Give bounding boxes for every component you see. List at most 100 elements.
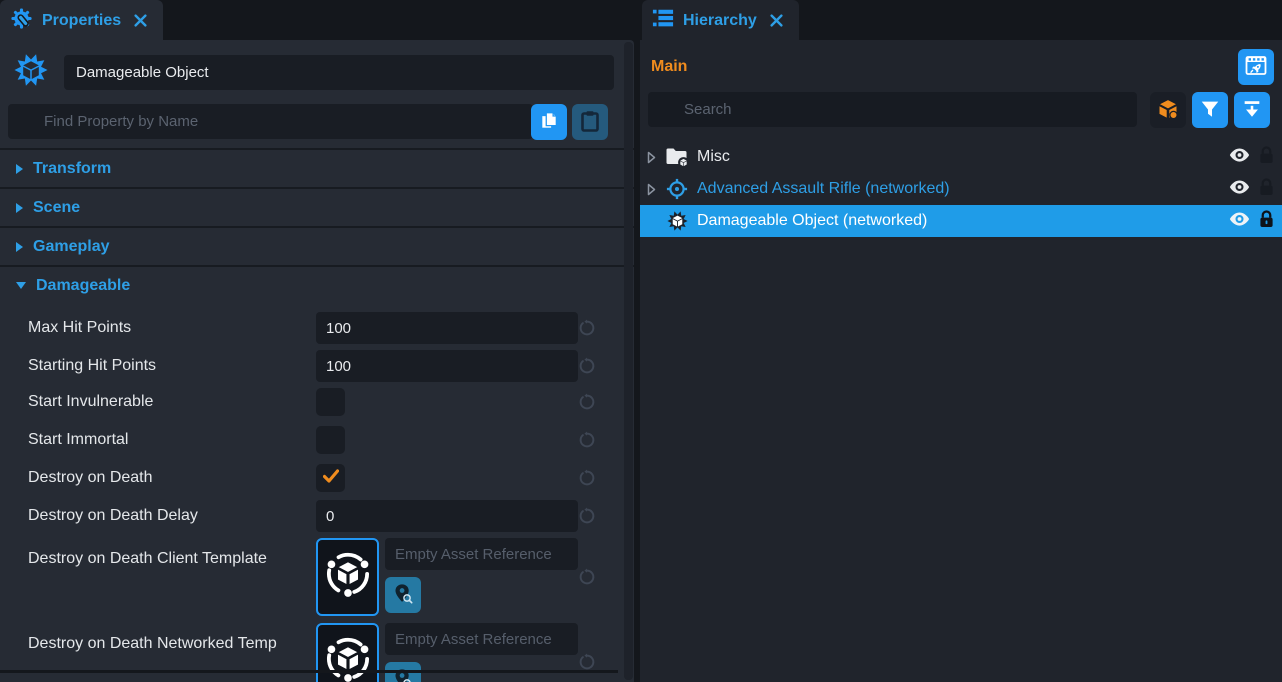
asset-template-slot[interactable] [316, 623, 379, 682]
reset-icon[interactable] [578, 469, 596, 487]
asset-reference-input[interactable] [385, 538, 578, 570]
field-max-hit-points: Max Hit Points [28, 312, 618, 344]
divider [0, 670, 618, 673]
asset-reference-column [385, 538, 578, 613]
expand-chevron-icon[interactable] [647, 151, 659, 164]
row-tools [1229, 146, 1274, 169]
reset-icon[interactable] [578, 507, 596, 525]
divider [0, 265, 634, 267]
properties-panel: Transform Scene Gameplay Damageable Max … [0, 40, 634, 682]
field-starting-hit-points: Starting Hit Points [28, 350, 618, 382]
lock-icon[interactable] [1259, 146, 1274, 169]
clapperboard-rocket-icon [1244, 54, 1268, 81]
start-invulnerable-checkbox[interactable] [316, 388, 345, 416]
networked-template-icon [321, 548, 375, 607]
pin-search-icon [392, 583, 414, 608]
clipboard-icon [580, 110, 600, 135]
close-icon[interactable] [770, 14, 783, 27]
tab-hierarchy[interactable]: Hierarchy [642, 0, 799, 41]
copy-icon [538, 110, 560, 135]
row-tools [1229, 178, 1274, 201]
tree-row-damageable-object[interactable]: Damageable Object (networked) [640, 205, 1282, 237]
reset-icon[interactable] [578, 653, 596, 671]
asset-reference-input[interactable] [385, 623, 578, 655]
reset-icon[interactable] [578, 568, 596, 586]
template-view-button[interactable] [1150, 92, 1186, 128]
divider [0, 148, 634, 150]
folder-icon [665, 146, 689, 168]
tab-hierarchy-label: Hierarchy [683, 12, 757, 30]
section-damageable-label: Damageable [36, 277, 130, 295]
tree-row-misc[interactable]: Misc [640, 141, 1282, 173]
paste-properties-button[interactable] [572, 104, 608, 140]
find-asset-button[interactable] [385, 577, 421, 613]
damageable-fields: Max Hit Points Starting Hit Points Start… [0, 302, 634, 682]
chevron-right-icon [16, 164, 23, 174]
section-gameplay[interactable]: Gameplay [0, 230, 634, 263]
tree-row-label: Advanced Assault Rifle (networked) [697, 180, 950, 198]
field-destroy-on-death-client-template: Destroy on Death Client Template [28, 538, 618, 616]
scrollbar[interactable] [624, 42, 633, 680]
tree-row-label: Misc [697, 148, 730, 166]
hierarchy-header: Main [640, 40, 1282, 90]
visibility-eye-icon[interactable] [1229, 179, 1250, 200]
reset-icon[interactable] [578, 393, 596, 411]
section-scene[interactable]: Scene [0, 191, 634, 224]
section-transform-label: Transform [33, 160, 111, 178]
collapse-all-button[interactable] [1234, 92, 1270, 128]
reset-icon[interactable] [578, 431, 596, 449]
max-hit-points-input[interactable] [316, 312, 578, 344]
expand-chevron-icon[interactable] [647, 183, 659, 196]
tree-row-advanced-assault-rifle[interactable]: Advanced Assault Rifle (networked) [640, 173, 1282, 205]
lock-icon[interactable] [1259, 178, 1274, 201]
section-transform[interactable]: Transform [0, 152, 634, 185]
tab-properties-label: Properties [42, 12, 121, 30]
visibility-eye-icon[interactable] [1229, 211, 1250, 232]
field-destroy-on-death: Destroy on Death [28, 464, 618, 492]
launch-scene-button[interactable] [1238, 49, 1274, 85]
chevron-right-icon [16, 203, 23, 213]
networked-template-icon [321, 633, 375, 682]
chevron-right-icon [16, 242, 23, 252]
tree-row-label: Damageable Object (networked) [697, 212, 927, 230]
visibility-eye-icon[interactable] [1229, 147, 1250, 168]
hierarchy-list-icon [652, 7, 674, 34]
field-start-invulnerable: Start Invulnerable [28, 388, 618, 416]
target-crosshair-icon [665, 178, 689, 200]
field-label: Start Invulnerable [28, 393, 316, 411]
lock-icon[interactable] [1259, 210, 1274, 233]
field-label: Destroy on Death Client Template [28, 538, 316, 568]
orange-cube-icon [1156, 97, 1180, 124]
scene-name-label: Main [651, 58, 687, 76]
filter-button[interactable] [1192, 92, 1228, 128]
destroy-on-death-delay-input[interactable] [316, 500, 578, 532]
property-search-input[interactable] [8, 104, 533, 139]
hierarchy-search-row [648, 92, 1274, 128]
field-label: Start Immortal [28, 431, 316, 449]
field-destroy-on-death-delay: Destroy on Death Delay [28, 500, 618, 532]
row-tools [1229, 210, 1274, 233]
section-gameplay-label: Gameplay [33, 238, 109, 256]
tab-properties[interactable]: Properties [0, 0, 163, 41]
chevron-down-icon [16, 282, 26, 289]
property-search-row [8, 104, 626, 140]
reset-icon[interactable] [578, 319, 596, 337]
copy-properties-button[interactable] [531, 104, 567, 140]
divider [0, 187, 634, 189]
hierarchy-panel: Main [640, 40, 1282, 682]
object-name-input[interactable] [64, 55, 614, 90]
destroy-on-death-checkbox[interactable] [316, 464, 345, 492]
reset-icon[interactable] [578, 357, 596, 375]
filter-funnel-icon [1199, 98, 1221, 123]
field-label: Starting Hit Points [28, 357, 316, 375]
field-start-immortal: Start Immortal [28, 426, 618, 454]
checkmark-icon [323, 469, 339, 488]
hierarchy-search-input[interactable] [648, 92, 1137, 127]
starting-hit-points-input[interactable] [316, 350, 578, 382]
gear-wrench-icon [10, 7, 33, 35]
close-icon[interactable] [134, 14, 147, 27]
section-damageable[interactable]: Damageable [0, 269, 634, 302]
start-immortal-checkbox[interactable] [316, 426, 345, 454]
asset-template-slot[interactable] [316, 538, 379, 616]
arrow-down-to-line-icon [1241, 98, 1263, 123]
